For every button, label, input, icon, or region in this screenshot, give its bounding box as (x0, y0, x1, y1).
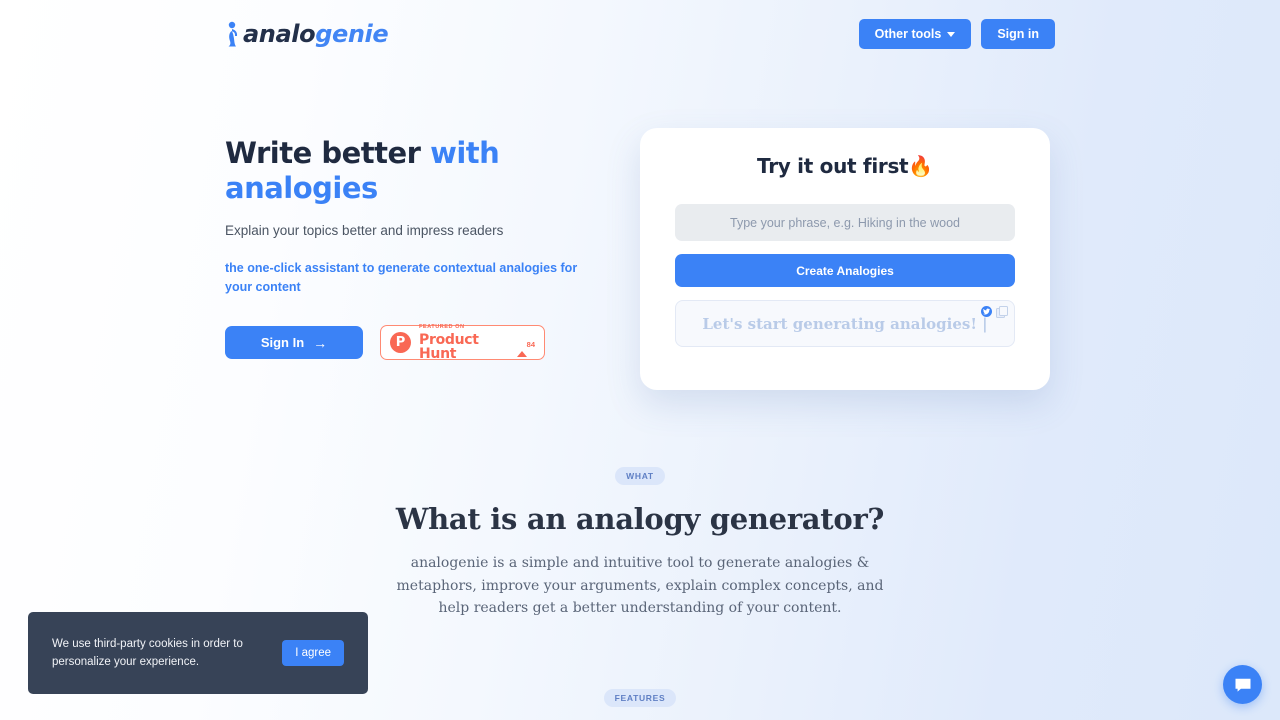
hero-copy: Write better with analogies Explain your… (225, 128, 615, 362)
logo[interactable]: analogenie (225, 20, 389, 48)
what-body: analogenie is a simple and intuitive too… (396, 555, 884, 617)
hero-sign-in-button[interactable]: Sign In → (225, 326, 363, 360)
sign-in-button[interactable]: Sign in (981, 19, 1055, 49)
header-actions: Other tools Sign in (858, 19, 1055, 49)
twitter-icon[interactable] (981, 306, 992, 317)
hero-title-plain: Write better (225, 136, 431, 170)
product-hunt-votes: 84 (516, 333, 535, 357)
phrase-input[interactable] (675, 204, 1015, 241)
output-tools (981, 306, 1008, 318)
card-title: Try it out first🔥 (757, 154, 933, 178)
what-section: WHAT What is an analogy generator? analo… (0, 466, 1280, 620)
product-hunt-badge[interactable]: P FEATURED ON Product Hunt 84 (380, 324, 545, 362)
arrow-right-icon: → (313, 334, 328, 351)
hero-cta-row: Sign In → P FEATURED ON Product Hunt 84 (225, 324, 615, 362)
product-hunt-featured-label: FEATURED ON (419, 324, 465, 331)
what-title: What is an analogy generator? (395, 502, 885, 536)
other-tools-label: Other tools (874, 27, 942, 41)
try-it-card: Try it out first🔥 Create Analogies Let's… (640, 128, 1050, 390)
chevron-down-icon (947, 31, 956, 37)
cookie-message: We use third-party cookies in order to p… (52, 637, 243, 668)
upvote-triangle-icon (516, 333, 527, 357)
product-hunt-name: Product Hunt (419, 331, 479, 362)
product-hunt-text: FEATURED ON Product Hunt (419, 324, 509, 362)
features-badge: FEATURES (603, 689, 677, 707)
hero-tagline: the one-click assistant to generate cont… (225, 260, 578, 295)
site-header: analogenie Other tools Sign in (0, 0, 1280, 68)
cookie-agree-button[interactable]: I agree (282, 640, 344, 666)
product-hunt-upvote-count: 84 (526, 339, 535, 349)
chat-bubble-icon[interactable] (1223, 665, 1262, 704)
other-tools-button[interactable]: Other tools (858, 19, 972, 49)
hero-sign-in-label: Sign In (260, 335, 305, 351)
cookie-banner: We use third-party cookies in order to p… (28, 612, 368, 694)
create-analogies-button[interactable]: Create Analogies (675, 254, 1015, 287)
genie-icon (225, 21, 241, 47)
logo-text-blue: genie (315, 20, 389, 48)
what-badge: WHAT (615, 467, 665, 485)
product-hunt-icon: P (390, 332, 411, 354)
copy-icon[interactable] (996, 306, 1008, 318)
hero-subtitle: Explain your topics better and impress r… (225, 222, 504, 238)
analogy-output-area[interactable]: Let's start generating analogies! | (675, 300, 1015, 347)
logo-text-dark: analo (243, 20, 316, 48)
analogy-output-text: Let's start generating analogies! | (702, 314, 988, 333)
page-title: Write better with analogies (225, 136, 615, 207)
